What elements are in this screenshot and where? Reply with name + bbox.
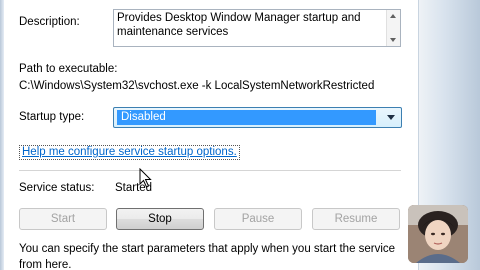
description-text: Provides Desktop Window Manager startup … bbox=[117, 12, 361, 38]
footer-text-line1: You can specify the start parameters tha… bbox=[19, 243, 396, 255]
window-frame-left bbox=[0, 0, 4, 270]
stop-button[interactable]: Stop bbox=[116, 208, 204, 230]
scroll-up-arrow-icon[interactable] bbox=[390, 14, 396, 18]
pause-button[interactable]: Pause bbox=[214, 208, 302, 230]
help-configure-link[interactable]: Help me configure service startup option… bbox=[19, 145, 240, 160]
service-status-label: Service status: bbox=[19, 182, 95, 194]
startup-type-selected: Disabled bbox=[117, 110, 376, 125]
start-button[interactable]: Start bbox=[19, 208, 107, 230]
startup-type-label: Startup type: bbox=[19, 111, 85, 123]
presenter-webcam-avatar bbox=[408, 205, 468, 263]
footer-text-line2: from here. bbox=[19, 259, 72, 270]
description-scrollbar[interactable] bbox=[386, 10, 400, 46]
divider bbox=[19, 170, 401, 172]
scroll-down-arrow-icon[interactable] bbox=[390, 38, 396, 42]
resume-button[interactable]: Resume bbox=[312, 208, 400, 230]
chevron-down-icon[interactable] bbox=[387, 115, 395, 120]
path-label: Path to executable: bbox=[19, 63, 118, 75]
startup-type-dropdown[interactable]: Disabled bbox=[113, 107, 402, 128]
arrow-cursor-icon bbox=[139, 168, 152, 188]
description-textbox[interactable]: Provides Desktop Window Manager startup … bbox=[113, 9, 401, 47]
path-value: C:\Windows\System32\svchost.exe -k Local… bbox=[19, 80, 375, 92]
description-label: Description: bbox=[19, 16, 80, 28]
